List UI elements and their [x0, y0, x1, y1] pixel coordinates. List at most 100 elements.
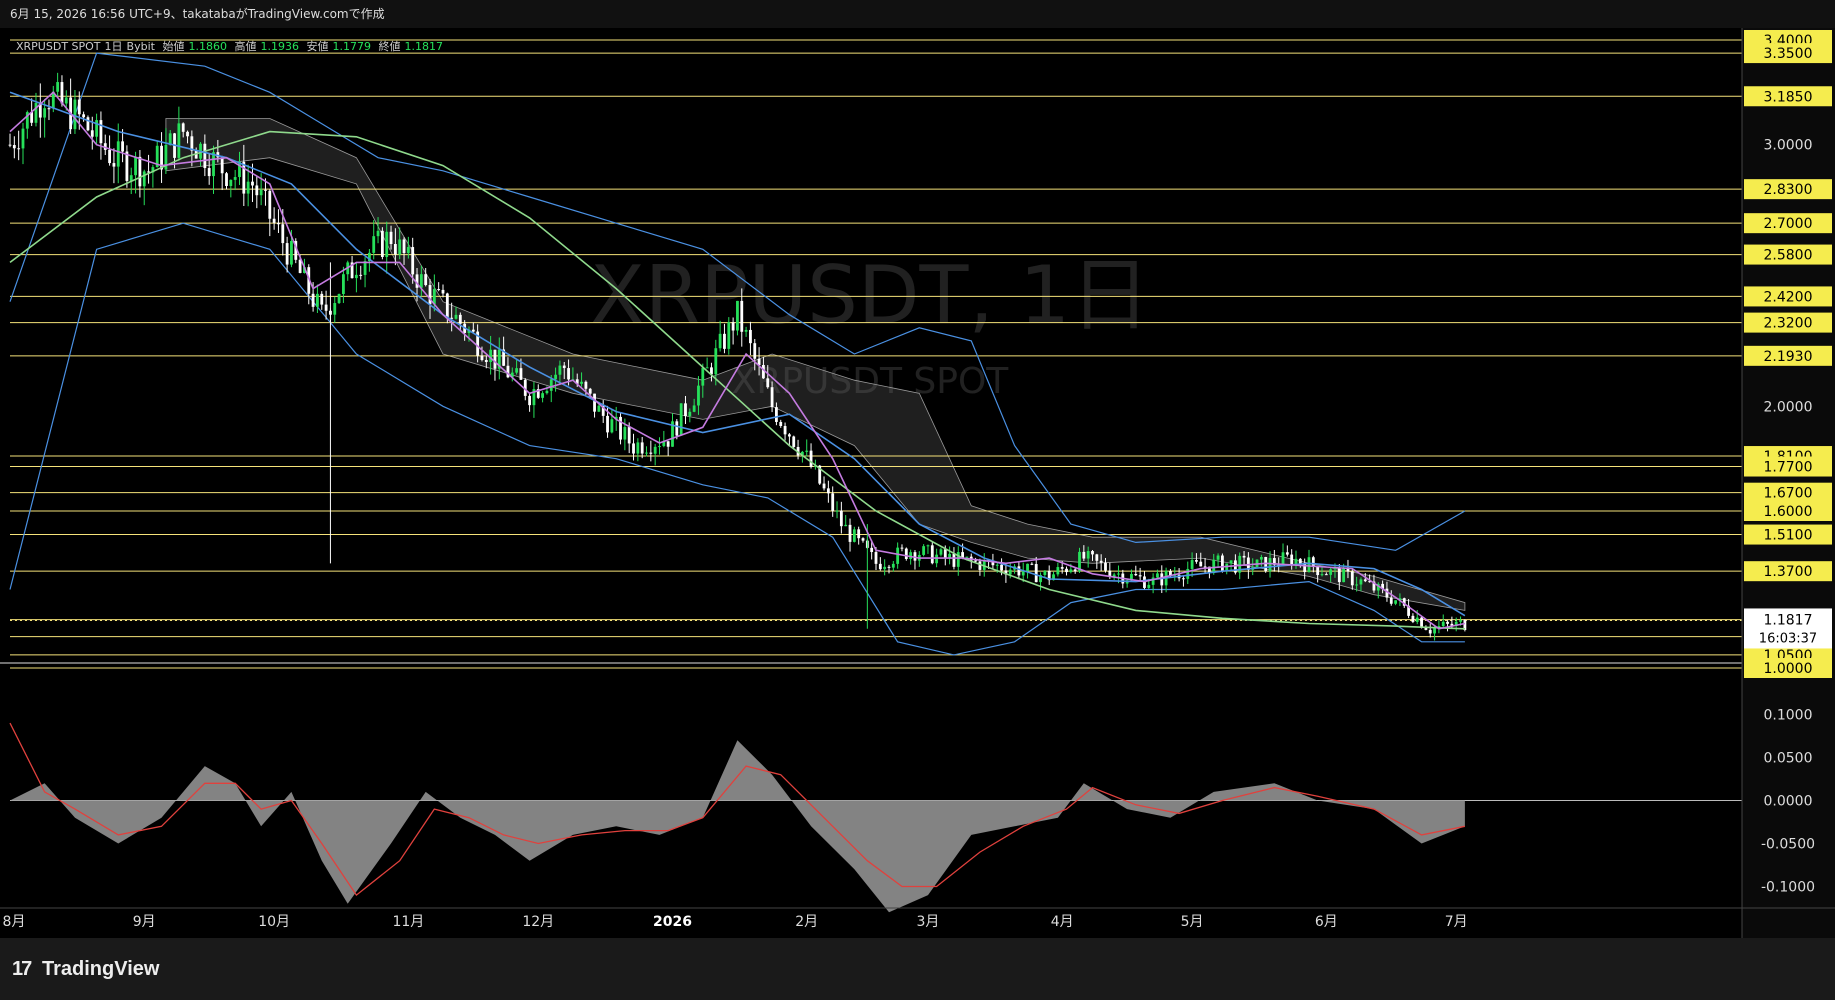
- candle-body: [60, 82, 64, 104]
- candle-body: [883, 566, 887, 570]
- candle-body: [342, 274, 345, 295]
- candle-body: [528, 395, 532, 406]
- level-label: 3.1850: [1764, 89, 1813, 105]
- candle-body: [926, 545, 930, 547]
- candle-body: [1433, 627, 1436, 634]
- candle-body: [281, 224, 285, 244]
- candle-body: [333, 303, 337, 315]
- candle-body: [90, 130, 94, 137]
- candle-body: [839, 510, 843, 527]
- candle-body: [1099, 560, 1103, 563]
- tradingview-logo[interactable]: 17 TradingView: [12, 958, 159, 981]
- candle-body: [393, 244, 397, 255]
- last-price-label: 1.1817: [1764, 612, 1813, 628]
- candle-body: [645, 452, 648, 454]
- candle-body: [610, 419, 614, 433]
- candle-body: [385, 231, 389, 258]
- level-label: 2.1930: [1764, 349, 1813, 365]
- candle-body: [489, 349, 493, 363]
- candle-body: [922, 546, 926, 555]
- candle-body: [77, 99, 81, 115]
- candle-body: [372, 236, 376, 253]
- candle-body: [1355, 584, 1359, 586]
- candle-body: [203, 143, 207, 169]
- candle-body: [684, 403, 687, 417]
- candle-body: [12, 145, 16, 149]
- candle-body: [1134, 573, 1138, 576]
- candle-body: [675, 421, 679, 436]
- time-tick-label: 8月: [3, 914, 26, 930]
- candle-body: [896, 547, 900, 564]
- candle-body: [454, 314, 458, 319]
- legend-low: 1.1779: [332, 40, 371, 53]
- candle-body: [121, 141, 124, 152]
- price-axis[interactable]: 3.40003.35003.18502.83002.70002.58002.42…: [1741, 28, 1835, 938]
- candle-body: [1117, 573, 1120, 575]
- level-label: 1.3700: [1764, 564, 1813, 580]
- candle-body: [212, 152, 215, 177]
- candle-body: [112, 163, 116, 167]
- candle-body: [311, 293, 315, 307]
- candle-body: [961, 552, 965, 558]
- candle-body: [1212, 559, 1216, 574]
- time-tick-label: 12月: [522, 914, 554, 930]
- candle-body: [324, 304, 328, 311]
- candle-body: [1268, 558, 1272, 572]
- time-tick-label: 11月: [392, 914, 424, 930]
- candle-body: [1333, 568, 1337, 570]
- candle-body: [354, 274, 358, 279]
- candle-body: [177, 123, 181, 158]
- candle-body: [558, 365, 562, 375]
- candle-body: [437, 289, 441, 291]
- candle-body: [108, 149, 111, 164]
- legend-symbol: XRPUSDT SPOT: [16, 40, 101, 53]
- candle-body: [679, 403, 683, 436]
- candle-body: [1411, 615, 1415, 622]
- candle-body: [389, 231, 393, 245]
- time-tick-label: 10月: [258, 914, 290, 930]
- time-tick-label: 7月: [1445, 914, 1468, 930]
- candle-body: [792, 436, 796, 447]
- candle-body: [744, 329, 748, 332]
- candle-body: [1199, 561, 1203, 567]
- level-label: 1.0000: [1764, 661, 1813, 677]
- candle-body: [1104, 562, 1107, 571]
- candle-body: [1043, 570, 1047, 575]
- candle-body: [493, 349, 497, 369]
- candle-body: [1182, 578, 1185, 580]
- macd-tick-label: 0.1000: [1764, 708, 1813, 724]
- candle-body: [1363, 579, 1367, 582]
- legend-open: 1.1860: [188, 40, 227, 53]
- candle-body: [1203, 566, 1207, 568]
- price-chart[interactable]: XRPUSDT, 1日 XRPUSDT SPOT 3.40003.35003.1…: [0, 28, 1835, 938]
- candle-body: [1242, 555, 1246, 558]
- candle-body: [376, 230, 380, 237]
- candle-body: [1259, 557, 1263, 560]
- candle-body: [718, 333, 722, 349]
- candle-body: [705, 367, 709, 369]
- candle-body: [285, 243, 289, 265]
- candle-body: [445, 293, 449, 318]
- candle-body: [1216, 555, 1220, 560]
- time-tick-label: 5月: [1181, 914, 1204, 930]
- candle-body: [359, 274, 363, 276]
- candle-body: [852, 529, 856, 542]
- candle-body: [1073, 569, 1077, 572]
- candle-body: [255, 185, 259, 196]
- candle-body: [21, 128, 25, 149]
- candle-body: [658, 446, 661, 448]
- candle-body: [47, 108, 51, 110]
- footer-bar: 17 TradingView: [0, 938, 1835, 1000]
- candle-body: [597, 405, 601, 412]
- candle-body: [1324, 574, 1328, 576]
- candle-body: [82, 114, 86, 118]
- candle-body: [515, 368, 519, 373]
- candle-body: [749, 329, 752, 344]
- candle-body: [43, 108, 47, 118]
- candle-body: [471, 329, 475, 332]
- candle-body: [593, 393, 596, 412]
- candle-body: [1329, 569, 1333, 575]
- candle-body: [419, 274, 423, 288]
- level-label: 3.3500: [1764, 46, 1813, 62]
- candle-body: [809, 450, 813, 467]
